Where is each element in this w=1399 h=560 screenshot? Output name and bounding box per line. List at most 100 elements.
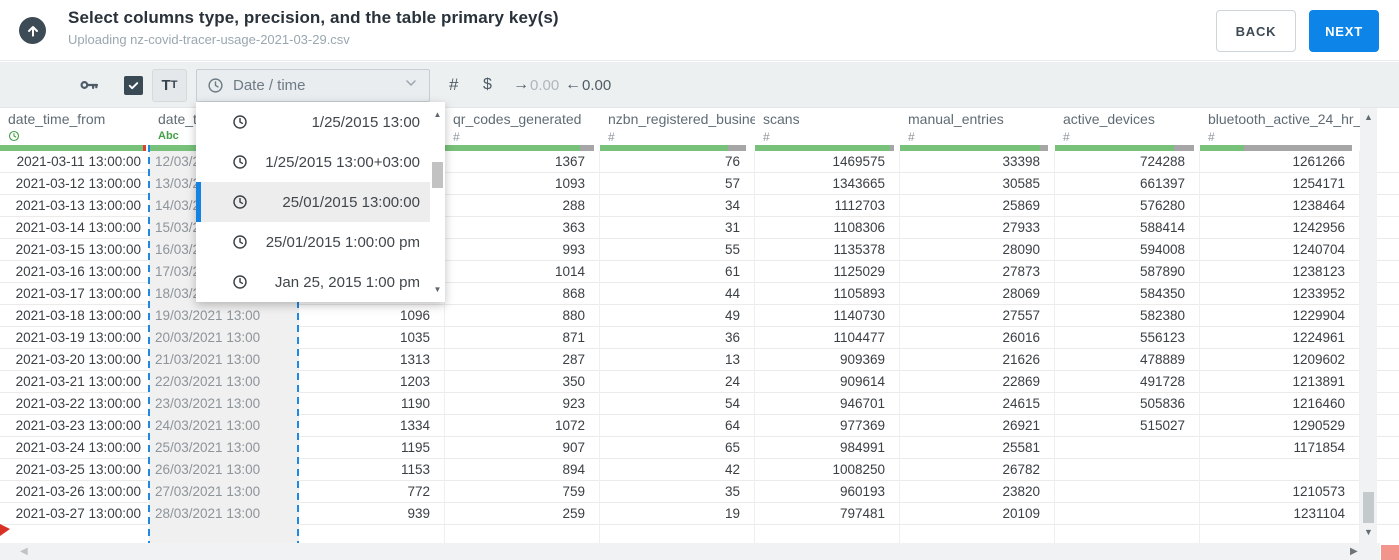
cell[interactable]: 49 xyxy=(600,305,755,327)
date-format-option[interactable]: 1/25/2015 13:00+03:00 xyxy=(196,142,430,182)
cell[interactable]: 1334 xyxy=(299,415,445,437)
dropdown-scrollbar-thumb[interactable] xyxy=(432,162,443,188)
cell[interactable]: 1195 xyxy=(299,437,445,459)
cell[interactable]: 1231104 xyxy=(1200,503,1360,525)
cell[interactable]: 2021-03-17 13:00:00 xyxy=(0,283,150,305)
date-format-option[interactable]: 25/01/2015 1:00:00 pm xyxy=(196,222,430,262)
cell[interactable]: 977369 xyxy=(755,415,900,437)
cell[interactable]: 13 xyxy=(600,349,755,371)
cell[interactable] xyxy=(600,525,755,543)
cell[interactable]: 350 xyxy=(445,371,600,393)
cell[interactable]: 960193 xyxy=(755,481,900,503)
cell[interactable]: 1014 xyxy=(445,261,600,283)
date-format-option[interactable]: Jan 25, 2015 1:00 pm xyxy=(196,262,430,302)
cell[interactable]: 491728 xyxy=(1055,371,1200,393)
cell[interactable]: 1313 xyxy=(299,349,445,371)
column-header-manual_entries[interactable]: manual_entries # xyxy=(900,108,1055,145)
scroll-up-icon[interactable]: ▲ xyxy=(1360,112,1377,122)
cell[interactable]: 1072 xyxy=(445,415,600,437)
cell[interactable]: 24615 xyxy=(900,393,1055,415)
cell[interactable]: 588414 xyxy=(1055,217,1200,239)
cell[interactable]: 36 xyxy=(600,327,755,349)
currency-type-button[interactable]: $ xyxy=(483,62,492,108)
date-format-option[interactable]: 25/01/2015 13:00:00 xyxy=(196,182,430,222)
cell[interactable]: 1343665 xyxy=(755,173,900,195)
cell[interactable]: 1035 xyxy=(299,327,445,349)
cell[interactable] xyxy=(445,525,600,543)
cell[interactable]: 909369 xyxy=(755,349,900,371)
cell[interactable]: 26016 xyxy=(900,327,1055,349)
cell[interactable]: 556123 xyxy=(1055,327,1200,349)
column-header-nzbn_registered_busine[interactable]: nzbn_registered_busine # xyxy=(600,108,755,145)
increase-decimals-button[interactable]: ← 0.00 xyxy=(565,62,611,108)
cell[interactable]: 26782 xyxy=(900,459,1055,481)
cell[interactable]: 25581 xyxy=(900,437,1055,459)
cell[interactable]: 880 xyxy=(445,305,600,327)
cell[interactable]: 923 xyxy=(445,393,600,415)
cell[interactable]: 2021-03-19 13:00:00 xyxy=(0,327,150,349)
cell[interactable]: 1290529 xyxy=(1200,415,1360,437)
cell[interactable]: 2021-03-24 13:00:00 xyxy=(0,437,150,459)
cell[interactable]: 1224961 xyxy=(1200,327,1360,349)
cell[interactable]: 2021-03-27 13:00:00 xyxy=(0,503,150,525)
cell[interactable]: 287 xyxy=(445,349,600,371)
cell[interactable]: 1153 xyxy=(299,459,445,481)
text-type-button[interactable]: TT xyxy=(152,62,187,108)
cell[interactable]: 23820 xyxy=(900,481,1055,503)
cell[interactable]: 64 xyxy=(600,415,755,437)
cell[interactable]: 22869 xyxy=(900,371,1055,393)
cell[interactable]: 797481 xyxy=(755,503,900,525)
cell[interactable]: 27933 xyxy=(900,217,1055,239)
cell[interactable]: 2021-03-18 13:00:00 xyxy=(0,305,150,327)
cell[interactable]: 2021-03-12 13:00:00 xyxy=(0,173,150,195)
cell[interactable]: 26921 xyxy=(900,415,1055,437)
column-header-bluetooth_active_24_hr_[interactable]: bluetooth_active_24_hr_ # xyxy=(1200,108,1360,145)
cell[interactable]: 61 xyxy=(600,261,755,283)
cell[interactable]: 288 xyxy=(445,195,600,217)
cell[interactable]: 1112703 xyxy=(755,195,900,217)
cell[interactable]: 55 xyxy=(600,239,755,261)
cell[interactable]: 27557 xyxy=(900,305,1055,327)
scroll-up-icon[interactable]: ▲ xyxy=(430,110,445,119)
cell[interactable]: 28069 xyxy=(900,283,1055,305)
cell[interactable]: 661397 xyxy=(1055,173,1200,195)
cell[interactable] xyxy=(1055,437,1200,459)
cell[interactable]: 1242956 xyxy=(1200,217,1360,239)
cell[interactable]: 42 xyxy=(600,459,755,481)
cell[interactable]: 1125029 xyxy=(755,261,900,283)
cell[interactable]: 363 xyxy=(445,217,600,239)
cell[interactable]: 2021-03-11 13:00:00 xyxy=(0,151,150,173)
cell[interactable]: 2021-03-15 13:00:00 xyxy=(0,239,150,261)
cell[interactable]: 1105893 xyxy=(755,283,900,305)
cell[interactable]: 1210573 xyxy=(1200,481,1360,503)
cell[interactable]: 1213891 xyxy=(1200,371,1360,393)
cell[interactable]: 24 xyxy=(600,371,755,393)
cell[interactable]: 582380 xyxy=(1055,305,1200,327)
cell[interactable]: 1108306 xyxy=(755,217,900,239)
cell[interactable] xyxy=(1055,481,1200,503)
cell[interactable]: 939 xyxy=(299,503,445,525)
cell[interactable]: 20109 xyxy=(900,503,1055,525)
column-header-date_time_from[interactable]: date_time_from xyxy=(0,108,150,145)
cell[interactable]: 2021-03-20 13:00:00 xyxy=(0,349,150,371)
cell[interactable] xyxy=(1055,525,1200,543)
cell[interactable]: 1233952 xyxy=(1200,283,1360,305)
column-header-qr_codes_generated[interactable]: qr_codes_generated # xyxy=(445,108,600,145)
cell[interactable]: 19/03/2021 13:00 xyxy=(150,305,299,327)
cell[interactable]: 1171854 xyxy=(1200,437,1360,459)
cell[interactable]: 30585 xyxy=(900,173,1055,195)
cell[interactable]: 20/03/2021 13:00 xyxy=(150,327,299,349)
cell[interactable]: 21/03/2021 13:00 xyxy=(150,349,299,371)
decrease-decimals-button[interactable]: → 0.00 xyxy=(513,62,559,108)
cell[interactable]: 2021-03-16 13:00:00 xyxy=(0,261,150,283)
cell[interactable]: 22/03/2021 13:00 xyxy=(150,371,299,393)
cell[interactable]: 1254171 xyxy=(1200,173,1360,195)
dropdown-scrollbar[interactable]: ▲ ▼ xyxy=(430,102,445,302)
cell[interactable] xyxy=(299,525,445,543)
cell[interactable]: 1240704 xyxy=(1200,239,1360,261)
cell[interactable]: 1367 xyxy=(445,151,600,173)
scroll-down-icon[interactable]: ▼ xyxy=(430,285,445,294)
cell[interactable]: 2021-03-26 13:00:00 xyxy=(0,481,150,503)
cell[interactable]: 25869 xyxy=(900,195,1055,217)
cell[interactable]: 2021-03-23 13:00:00 xyxy=(0,415,150,437)
